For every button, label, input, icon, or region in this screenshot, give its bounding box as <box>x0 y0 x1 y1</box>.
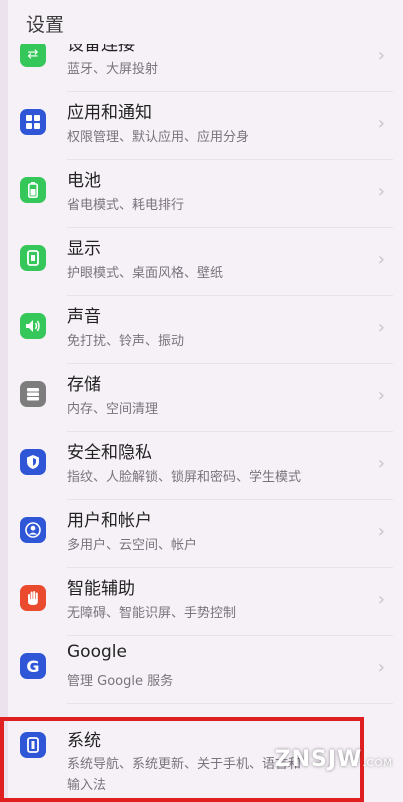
chevron-right-icon: › <box>377 589 385 610</box>
item-subtitle: 内存、空间清理 <box>67 402 159 417</box>
chevron-right-icon: › <box>377 113 385 134</box>
item-label: 显示 <box>67 239 101 259</box>
row-divider <box>67 703 393 704</box>
screen-edge <box>0 0 8 802</box>
item-subtitle: 指纹、人脸解锁、锁屏和密码、学生模式 <box>67 470 302 485</box>
item-subtitle: 免打扰、铃声、振动 <box>67 334 185 349</box>
chevron-right-icon: › <box>377 385 385 406</box>
chevron-right-icon: › <box>377 45 385 66</box>
settings-item-battery[interactable]: 电池 省电模式、耗电排行 › <box>8 160 403 228</box>
item-label: 应用和通知 <box>67 103 152 123</box>
battery-icon <box>20 177 46 203</box>
hand-icon <box>20 585 46 611</box>
item-subtitle: 省电模式、耗电排行 <box>67 198 185 213</box>
settings-screen: ⇄ 设备连接 蓝牙、大屏投射 › 应用和通知 权限管理、默认应用、应用分身 › … <box>8 0 403 802</box>
page-title: 设置 <box>26 14 65 36</box>
settings-item-security-privacy[interactable]: 安全和隐私 指纹、人脸解锁、锁屏和密码、学生模式 › <box>8 432 403 500</box>
settings-header: 设置 <box>8 0 403 44</box>
item-subtitle: 蓝牙、大屏投射 <box>67 62 159 77</box>
watermark: ZNSJW.COM <box>275 747 393 772</box>
settings-item-google[interactable]: G Google 管理 Google 服务 › <box>8 636 403 704</box>
chevron-right-icon: › <box>377 181 385 202</box>
link-icon: ⇄ <box>20 41 46 67</box>
google-icon: G <box>20 653 46 679</box>
settings-item-sound[interactable]: 声音 免打扰、铃声、振动 › <box>8 296 403 364</box>
item-subtitle: 权限管理、默认应用、应用分身 <box>67 130 250 145</box>
chevron-right-icon: › <box>377 521 385 542</box>
settings-item-apps[interactable]: 应用和通知 权限管理、默认应用、应用分身 › <box>8 92 403 160</box>
shield-icon <box>20 449 46 475</box>
settings-item-storage[interactable]: 存储 内存、空间清理 › <box>8 364 403 432</box>
apps-icon <box>20 109 46 135</box>
display-icon <box>20 245 46 271</box>
item-subtitle: 多用户、云空间、帐户 <box>67 538 198 553</box>
item-label: 用户和帐户 <box>67 511 152 531</box>
chevron-right-icon: › <box>377 317 385 338</box>
settings-item-display[interactable]: 显示 护眼模式、桌面风格、壁纸 › <box>8 228 403 296</box>
item-label: 电池 <box>67 171 101 191</box>
user-icon <box>20 517 46 543</box>
chevron-right-icon: › <box>377 453 385 474</box>
item-label: 安全和隐私 <box>67 443 152 463</box>
chevron-right-icon: › <box>377 249 385 270</box>
item-label: 智能辅助 <box>67 579 135 599</box>
item-label: 存储 <box>67 375 101 395</box>
sound-icon <box>20 313 46 339</box>
storage-icon <box>20 381 46 407</box>
item-subtitle: 无障碍、智能识屏、手势控制 <box>67 606 237 621</box>
chevron-right-icon: › <box>377 657 385 678</box>
item-label: 声音 <box>67 307 101 327</box>
item-label: Google <box>67 642 127 662</box>
watermark-text: ZNSJW <box>274 747 363 772</box>
settings-item-smart-assist[interactable]: 智能辅助 无障碍、智能识屏、手势控制 › <box>8 568 403 636</box>
settings-item-users-accounts[interactable]: 用户和帐户 多用户、云空间、帐户 › <box>8 500 403 568</box>
item-subtitle: 护眼模式、桌面风格、壁纸 <box>67 266 224 281</box>
watermark-suffix: .COM <box>362 758 393 769</box>
item-subtitle: 管理 Google 服务 <box>67 674 174 689</box>
